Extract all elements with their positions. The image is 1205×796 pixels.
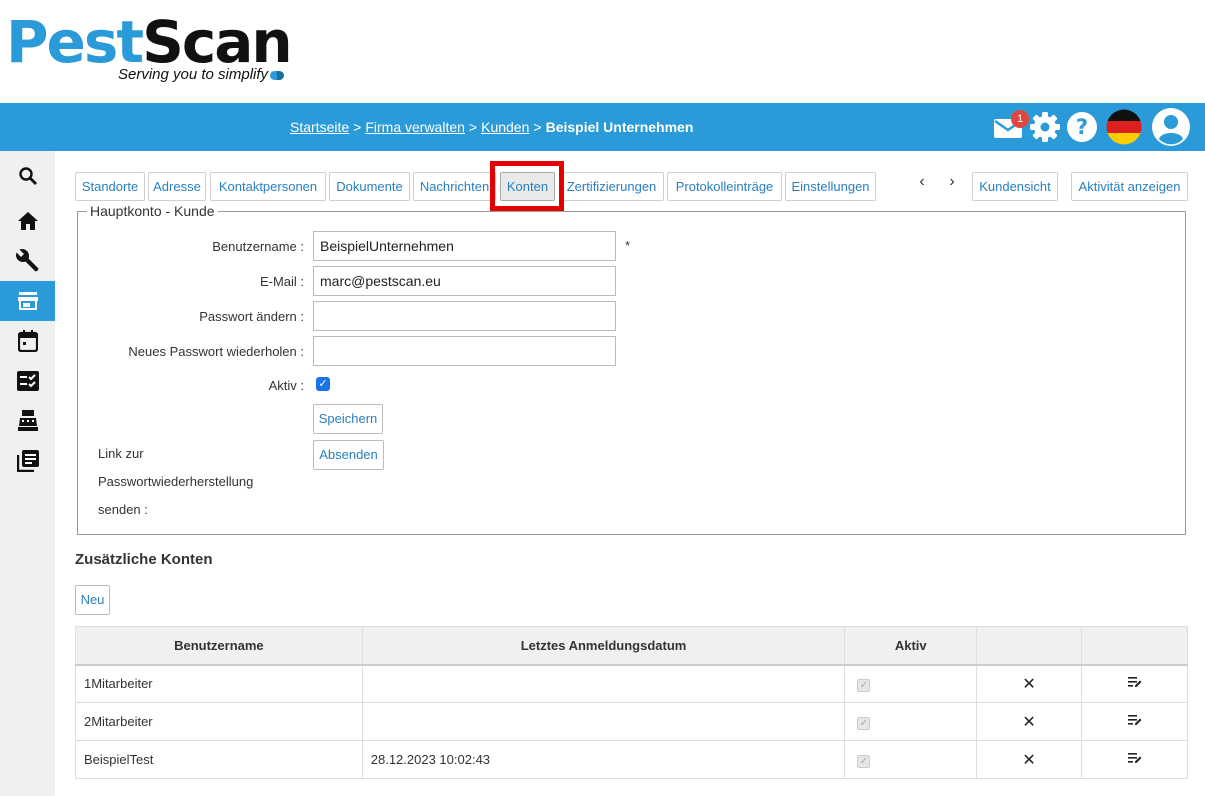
row-delete-cell: ✕ [976,664,1083,703]
logo-tagline-text: Serving you to simplify [118,66,269,83]
sidebar-item-cash[interactable] [0,401,55,441]
tab-einstellungen[interactable]: Einstellungen [785,172,876,201]
edit-icon[interactable] [1127,714,1142,726]
customer-view-button[interactable]: Kundensicht [972,172,1058,201]
row-last-login [361,664,846,703]
breadcrumb-current: Beispiel Unternehmen [545,119,694,135]
sidebar-item-tools[interactable] [0,241,55,281]
row-active-cell: ✓ [844,740,978,779]
delete-icon[interactable]: ✕ [1022,676,1035,693]
row-delete-cell: ✕ [976,702,1083,741]
tab-nachrichten[interactable]: Nachrichten [413,172,496,201]
tab-adresse[interactable]: Adresse [148,172,206,201]
breadcrumb-separator: > [468,119,478,135]
row-last-login: 28.12.2023 10:02:43 [361,740,846,779]
row-username: 1Mitarbeiter [75,664,363,703]
breadcrumb-separator: > [533,119,542,135]
breadcrumb-kunden[interactable]: Kunden [481,119,529,135]
table-row: 2Mitarbeiter ✓ ✕ [75,702,1188,741]
row-edit-cell [1081,664,1188,703]
sidebar-item-calendar[interactable] [0,321,55,361]
new-account-button[interactable]: Neu [75,585,110,615]
wrench-icon [15,249,38,272]
repeat-password-input[interactable] [313,336,616,366]
row-edit-cell [1081,740,1188,779]
logo-pill-icon [270,71,285,80]
active-label: Aktiv : [268,378,304,393]
column-header-delete [976,626,1083,666]
library-icon [16,450,39,472]
tab-konten[interactable]: Konten [500,172,555,201]
logo-tagline: Serving you to simplify [118,66,285,83]
delete-icon[interactable]: ✕ [1022,752,1035,769]
table-row: BeispielTest 28.12.2023 10:02:43 ✓ ✕ [75,740,1188,779]
tab-standorte[interactable]: Standorte [75,172,145,201]
tabs-prev-arrow[interactable]: ‹ [912,172,932,192]
accounts-table: Benutzername Letztes Anmeldungsdatum Akt… [75,626,1188,779]
user-avatar-icon[interactable] [1151,107,1191,147]
gear-icon[interactable] [1029,111,1061,143]
help-icon[interactable]: ? [1066,111,1098,143]
tab-zertifizierungen[interactable]: Zertifizierungen [559,172,664,201]
row-active-cell: ✓ [844,664,978,703]
email-label: E-Mail : [259,274,304,289]
sidebar-item-tasks[interactable] [0,361,55,401]
send-reset-link-button[interactable]: Absenden [313,440,384,470]
breadcrumb-startseite[interactable]: Startseite [290,119,349,135]
row-username: BeispielTest [75,740,363,779]
checklist-icon [16,371,39,391]
additional-accounts-title: Zusätzliche Konten [75,551,213,568]
row-last-login [361,702,846,741]
sidebar-item-search[interactable] [0,156,55,196]
password-reset-link-label: Link zur Passwortwiederherstellung sende… [98,446,254,517]
row-edit-cell [1081,702,1188,741]
required-mark: * [625,238,631,253]
show-activity-button[interactable]: Aktivität anzeigen [1071,172,1188,201]
german-flag-icon[interactable] [1106,109,1142,145]
home-icon [17,212,38,230]
store-icon [17,292,38,310]
sidebar-item-customers[interactable] [0,281,55,321]
row-delete-cell: ✕ [976,740,1083,779]
row-active-checkbox: ✓ [857,678,871,692]
sidebar-item-library[interactable] [0,441,55,481]
breadcrumb-separator: > [353,119,362,135]
table-row: 1Mitarbeiter ✓ ✕ [75,664,1188,703]
search-icon [18,167,37,185]
row-active-checkbox: ✓ [857,754,871,768]
edit-icon[interactable] [1127,752,1142,764]
breadcrumb-firma-verwalten[interactable]: Firma verwalten [365,119,465,135]
row-active-cell: ✓ [844,702,978,741]
username-input[interactable] [313,231,616,261]
edit-icon[interactable] [1127,676,1142,688]
repeat-password-label: Neues Passwort wiederholen : [128,344,304,359]
mail-unread-badge: 1 [1011,110,1029,128]
tab-kontaktpersonen[interactable]: Kontaktpersonen [210,172,326,201]
save-button[interactable]: Speichern [313,404,383,434]
breadcrumb: Startseite > Firma verwalten > Kunden > Beispi… [290,103,693,151]
row-active-checkbox: ✓ [857,716,871,730]
calendar-icon [17,330,38,352]
active-checkbox[interactable]: ✓ [316,377,330,391]
main-account-legend: Hauptkonto - Kunde [87,203,218,219]
email-input[interactable] [313,266,616,296]
sidebar-item-home[interactable] [0,201,55,241]
svg-text:?: ? [1076,115,1088,139]
delete-icon[interactable]: ✕ [1022,714,1035,731]
pestscan-logo: PestScan Serving you to simplify [6,10,306,90]
tabs-next-arrow[interactable]: › [942,172,962,192]
cash-register-icon [17,410,38,431]
column-header-username[interactable]: Benutzername [75,626,363,666]
tab-protokolleintraege[interactable]: Protokolleinträge [667,172,782,201]
column-header-active[interactable]: Aktiv [844,626,978,666]
username-label: Benutzername : [212,239,304,254]
table-header-row: Benutzername Letztes Anmeldungsdatum Akt… [75,626,1188,666]
change-password-input[interactable] [313,301,616,331]
row-username: 2Mitarbeiter [75,702,363,741]
column-header-last-login[interactable]: Letztes Anmeldungsdatum [361,626,846,666]
sidebar [0,151,55,796]
tab-dokumente[interactable]: Dokumente [329,172,410,201]
column-header-edit [1081,626,1188,666]
change-password-label: Passwort ändern : [199,309,304,324]
